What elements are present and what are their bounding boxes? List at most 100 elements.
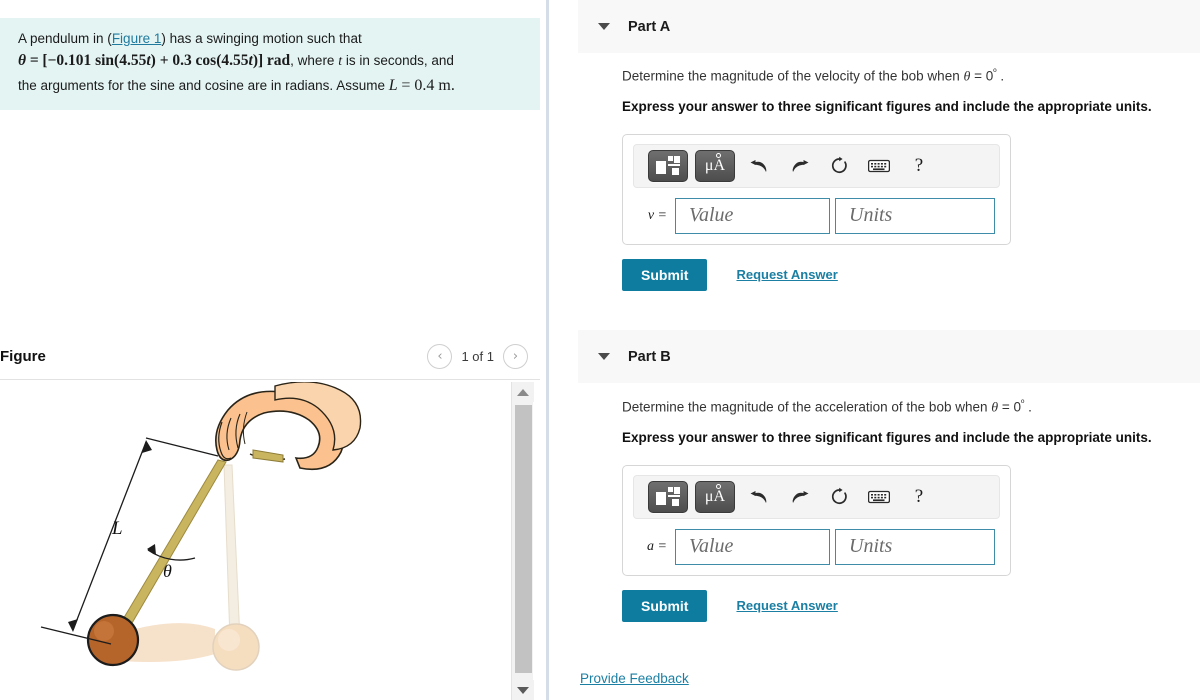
question-line-1: A pendulum in (Figure 1) has a swinging … xyxy=(18,28,518,49)
part-a-prompt: Determine the magnitude of the velocity … xyxy=(622,63,1200,87)
part-a-prompt-end: . xyxy=(996,68,1005,84)
chevron-right-icon: › xyxy=(512,349,519,364)
figure-1-link[interactable]: Figure 1 xyxy=(112,31,162,46)
length-arrow-top xyxy=(142,440,152,453)
caret-down-icon[interactable] xyxy=(598,353,610,360)
triangle-up-icon xyxy=(517,388,529,396)
seconds-text: is in seconds, and xyxy=(345,53,454,68)
micro-angstrom-units-icon[interactable]: μA xyxy=(695,149,735,182)
reset-glyph xyxy=(831,487,847,505)
keyboard-icon[interactable] xyxy=(862,151,896,181)
equals-symbol: = xyxy=(29,52,39,69)
units-glyph: μA xyxy=(705,152,725,174)
part-b-toolbar: μA ? xyxy=(633,474,1000,519)
figure-divider xyxy=(0,379,540,380)
keyboard-glyph xyxy=(868,159,890,172)
length-label: L xyxy=(111,518,123,539)
part-b-submit-button[interactable]: Submit xyxy=(622,589,708,622)
eq-cos: cos xyxy=(195,52,217,69)
right-panel: Part A Determine the magnitude of the ve… xyxy=(549,0,1200,700)
angstrom-ring-icon xyxy=(715,483,721,489)
theta-symbol: θ xyxy=(18,52,27,69)
vertical-reference-rod xyxy=(223,464,241,641)
where-text: , where xyxy=(290,53,335,68)
part-b-prompt-eq: = 0 xyxy=(998,399,1022,415)
eq-arg-1: (4.55 xyxy=(114,52,147,69)
undo-glyph xyxy=(750,491,766,503)
eq-coefficient-1: −0.101 xyxy=(47,52,92,69)
part-a-variable-label: v = xyxy=(647,207,667,223)
L-value: = 0.4 m. xyxy=(401,77,455,94)
part-b-body: Determine the magnitude of the accelerat… xyxy=(622,394,1200,622)
part-b-answer-card: μA ? a = Value Units xyxy=(622,464,1011,576)
hand-illustration xyxy=(215,382,362,471)
redo-arrow-icon[interactable] xyxy=(782,482,816,512)
part-a-submit-button[interactable]: Submit xyxy=(622,258,708,291)
math-template-glyph xyxy=(656,487,680,506)
part-a-units-input[interactable]: Units xyxy=(835,197,995,234)
part-a-answer-card: μA ? v = Value Units xyxy=(622,133,1011,245)
provide-feedback-link[interactable]: Provide Feedback xyxy=(580,671,689,686)
part-a-prompt-eq: = 0 xyxy=(970,68,994,84)
question-text-post: ) has a swinging motion such that xyxy=(161,31,362,46)
length-tick-top xyxy=(145,437,219,457)
part-a-value-input[interactable]: Value xyxy=(675,197,830,234)
eq-arg-2: (4.55 xyxy=(216,52,249,69)
figure-viewport: L θ xyxy=(0,382,510,700)
part-a-request-answer-link[interactable]: Request Answer xyxy=(736,267,837,282)
units-glyph: μA xyxy=(705,483,725,505)
string-tail xyxy=(252,449,284,463)
part-b-variable-label: a = xyxy=(647,538,667,554)
question-line-2: θ = [−0.101 sin(4.55t) + 0.3 cos(4.55t)]… xyxy=(18,49,518,74)
keyboard-icon[interactable] xyxy=(862,482,896,512)
angle-label: θ xyxy=(163,561,172,581)
reset-circular-arrow-icon[interactable] xyxy=(822,151,856,181)
math-template-icon[interactable] xyxy=(648,480,688,513)
part-b-prompt-text: Determine the magnitude of the accelerat… xyxy=(622,399,992,415)
part-a-header[interactable]: Part A xyxy=(578,0,1200,53)
angle-arrow xyxy=(147,544,156,555)
caret-down-icon[interactable] xyxy=(598,23,610,30)
triangle-down-icon xyxy=(517,686,529,694)
scroll-down-button[interactable] xyxy=(512,680,534,700)
part-b-value-input[interactable]: Value xyxy=(675,528,830,565)
part-b-label: Part B xyxy=(628,348,671,365)
figure-scrollbar[interactable] xyxy=(511,382,534,700)
figure-next-button[interactable]: › xyxy=(503,344,528,369)
undo-arrow-icon[interactable] xyxy=(742,482,776,512)
pendulum-diagram: L θ xyxy=(40,382,362,671)
equilibrium-bob-highlight xyxy=(218,629,240,651)
part-a-actions: Submit Request Answer xyxy=(622,258,1200,291)
scrollbar-thumb[interactable] xyxy=(515,405,532,673)
scroll-up-button[interactable] xyxy=(512,382,534,402)
question-text-pre: A pendulum in ( xyxy=(18,31,112,46)
question-line-3: the arguments for the sine and cosine ar… xyxy=(18,74,518,98)
part-a-input-row: v = Value Units xyxy=(633,197,1000,234)
part-b-request-answer-link[interactable]: Request Answer xyxy=(736,598,837,613)
micro-angstrom-units-icon[interactable]: μA xyxy=(695,480,735,513)
eq-plus-term: ) + 0.3 xyxy=(150,52,192,69)
math-template-icon[interactable] xyxy=(648,149,688,182)
pendulum-bob-highlight xyxy=(94,621,114,641)
part-b-header[interactable]: Part B xyxy=(578,330,1200,383)
redo-arrow-icon[interactable] xyxy=(782,151,816,181)
part-b-instruction: Express your answer to three significant… xyxy=(622,429,1152,445)
part-a-instruction: Express your answer to three significant… xyxy=(622,98,1152,114)
t-variable: t xyxy=(338,54,343,69)
math-template-glyph xyxy=(656,156,680,175)
figure-prev-button[interactable]: ‹ xyxy=(427,344,453,369)
chevron-left-icon: ‹ xyxy=(437,349,443,364)
question-mark-icon[interactable]: ? xyxy=(902,151,936,181)
eq-unit-rad: rad xyxy=(266,52,291,69)
keyboard-glyph xyxy=(868,490,890,503)
question-mark-icon[interactable]: ? xyxy=(902,482,936,512)
undo-arrow-icon[interactable] xyxy=(742,151,776,181)
part-b-prompt-end: . xyxy=(1024,399,1032,415)
part-b-units-input[interactable]: Units xyxy=(835,528,995,565)
part-a-body: Determine the magnitude of the velocity … xyxy=(622,63,1200,291)
figure-header: Figure ‹ 1 of 1 › xyxy=(0,340,540,378)
radians-text: the arguments for the sine and cosine ar… xyxy=(18,78,385,93)
part-b-input-row: a = Value Units xyxy=(633,528,1000,565)
problem-page: A pendulum in (Figure 1) has a swinging … xyxy=(0,0,1200,700)
reset-circular-arrow-icon[interactable] xyxy=(822,482,856,512)
